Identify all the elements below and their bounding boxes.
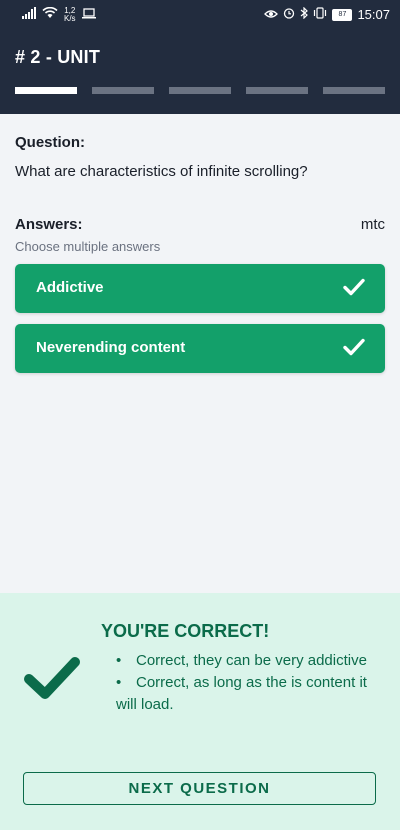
answer-option-label: Neverending content — [36, 339, 186, 356]
progress-segment-1 — [15, 87, 77, 94]
bluetooth-icon — [300, 6, 309, 24]
page-title: # 2 - UNIT — [15, 47, 101, 67]
question-text: What are characteristics of infinite scr… — [15, 163, 308, 180]
clock: 15:07 — [357, 7, 390, 22]
correct-check-icon — [22, 655, 82, 706]
answers-hint: Choose multiple answers — [15, 239, 161, 254]
status-bar-left: 1,2 K/s — [22, 6, 96, 24]
feedback-title: YOU'RE CORRECT! — [101, 621, 270, 641]
answer-option-label: Addictive — [36, 279, 104, 296]
status-bar: 1,2 K/s 87 15:07 — [0, 0, 400, 30]
question-progress — [15, 87, 400, 94]
network-speed: 1,2 K/s — [64, 7, 76, 23]
next-question-button[interactable]: NEXT QUESTION — [23, 772, 376, 805]
laptop-icon — [81, 6, 96, 24]
network-speed-unit: K/s — [64, 14, 76, 23]
answers-label: Answers: — [15, 216, 83, 233]
answer-option-addictive[interactable]: Addictive — [15, 264, 385, 313]
signal-icon — [22, 6, 36, 24]
explanation-item: • Correct, they can be very addictive — [116, 652, 367, 669]
explanation-text: Correct, as long as the is content it wi… — [116, 674, 367, 713]
battery-icon: 87 — [332, 9, 353, 21]
check-icon — [343, 278, 365, 301]
progress-segment-3 — [169, 87, 231, 94]
status-bar-right: 87 15:07 — [264, 6, 390, 24]
progress-segment-2 — [92, 87, 154, 94]
answer-option-neverending-content[interactable]: Neverending content — [15, 324, 385, 373]
answer-type-code: mtc — [360, 216, 385, 233]
progress-segment-5 — [323, 87, 385, 94]
question-label: Question: — [15, 134, 85, 151]
wifi-icon — [42, 6, 58, 24]
alarm-icon — [283, 6, 295, 24]
vibrate-icon — [313, 6, 327, 24]
feedback-panel: YOU'RE CORRECT! • Correct, they can be ve… — [0, 593, 400, 830]
eye-icon — [264, 6, 279, 24]
unit-header: # 2 - UNIT — [0, 30, 400, 114]
check-icon — [343, 338, 365, 361]
feedback-explanations: • Correct, they can be very addictive • Co… — [116, 650, 386, 716]
explanation-text: Correct, they can be very addictive — [136, 652, 367, 669]
explanation-item: • Correct, as long as the is content it w… — [116, 674, 367, 713]
progress-segment-4 — [246, 87, 308, 94]
